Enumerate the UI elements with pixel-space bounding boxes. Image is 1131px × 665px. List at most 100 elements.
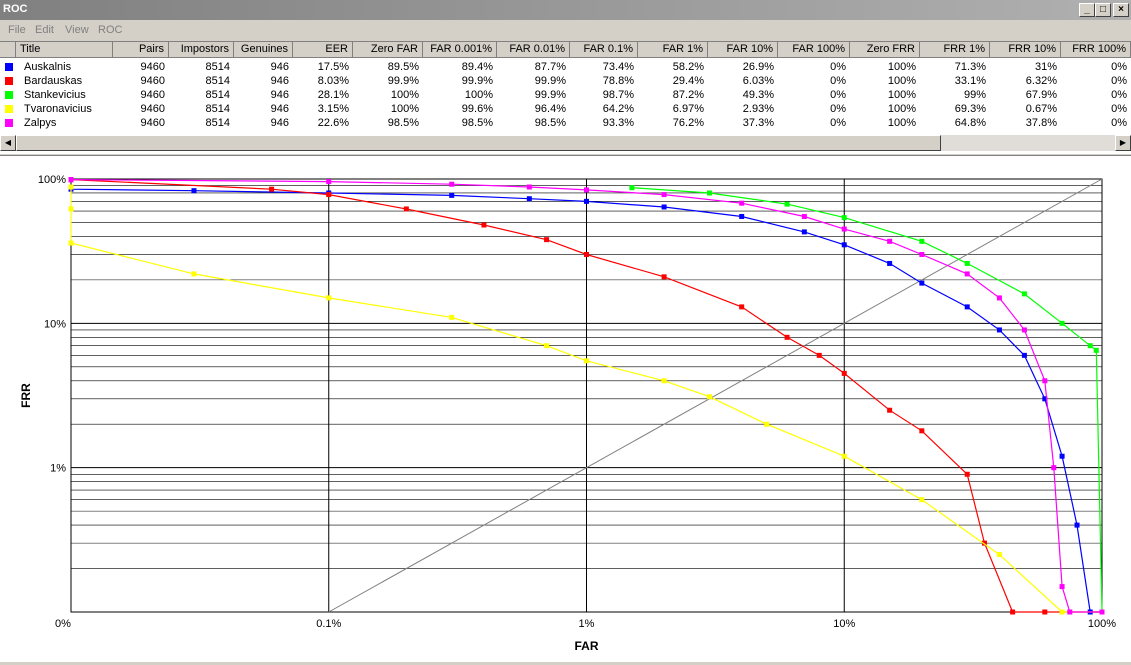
horizontal-scrollbar[interactable]: ◀ ▶: [0, 135, 1131, 151]
column-header-title[interactable]: Title: [16, 42, 113, 58]
column-header-far-0-01-[interactable]: FAR 0.01%: [497, 42, 570, 58]
data-point: [326, 295, 332, 301]
table-cell: 99.6%: [461, 103, 493, 115]
data-point: [584, 198, 589, 204]
data-point: [996, 552, 1002, 558]
maximize-button[interactable]: □: [1095, 3, 1111, 17]
table-cell: 9460: [140, 103, 165, 115]
row-title[interactable]: Stankevicius: [20, 88, 113, 102]
column-header-pairs[interactable]: Pairs: [113, 42, 169, 58]
data-point: [1021, 291, 1027, 297]
series-color-swatch: [5, 91, 13, 99]
table-cell: 0%: [1111, 103, 1127, 115]
row-title[interactable]: Auskalnis: [20, 60, 113, 74]
roc-plot-area: 0% 0.1% 1% 10% 100% 100% 10% 1% FAR FRR: [0, 155, 1131, 662]
data-point: [191, 271, 197, 277]
table-cell: 99.9%: [534, 75, 566, 87]
roc-chart: 0% 0.1% 1% 10% 100% 100% 10% 1% FAR FRR: [19, 174, 1116, 653]
data-point: [68, 184, 74, 190]
table-cell: 71.3%: [954, 61, 986, 73]
table-cell: 0%: [830, 89, 846, 101]
x-tick-label: 100%: [1088, 618, 1116, 630]
table-cell: 946: [270, 75, 289, 87]
table-cell: 26.9%: [742, 61, 774, 73]
column-header-far-0-1-[interactable]: FAR 0.1%: [570, 42, 638, 58]
menu-bar: File Edit View ROC: [0, 20, 1131, 40]
table-cell: 58.2%: [672, 61, 704, 73]
table-cell: 98.5%: [387, 117, 419, 129]
table-cell: 49.3%: [742, 89, 774, 101]
data-point: [449, 181, 455, 187]
row-title[interactable]: Bardauskas: [20, 74, 113, 88]
scroll-thumb[interactable]: [16, 135, 941, 151]
column-header-zero-far[interactable]: Zero FAR: [353, 42, 423, 58]
menu-view[interactable]: View: [65, 24, 89, 36]
table-cell: 0%: [1111, 75, 1127, 87]
data-point: [964, 471, 970, 477]
data-point: [1042, 609, 1048, 615]
close-button[interactable]: ×: [1113, 3, 1129, 17]
scroll-left-button[interactable]: ◀: [0, 135, 16, 151]
data-point: [661, 378, 667, 384]
minimize-button[interactable]: _: [1079, 3, 1095, 17]
column-header-genuines[interactable]: Genuines: [234, 42, 293, 58]
data-point: [996, 295, 1002, 301]
table-cell: 89.5%: [387, 61, 419, 73]
table-cell: 98.5%: [461, 117, 493, 129]
table-cell: 99.9%: [534, 89, 566, 101]
table-cell: 69.3%: [954, 103, 986, 115]
table-cell: 100%: [887, 117, 916, 129]
table-cell: 67.9%: [1025, 89, 1057, 101]
data-point: [706, 190, 712, 196]
series-color-swatch: [5, 105, 13, 113]
data-point: [1059, 453, 1065, 459]
column-header-far-1-[interactable]: FAR 1%: [638, 42, 708, 58]
table-cell: 3.15%: [317, 103, 349, 115]
table-cell: 946: [270, 117, 289, 129]
menu-edit[interactable]: Edit: [35, 24, 54, 36]
table-cell: 29.4%: [672, 75, 704, 87]
column-header-far-100-[interactable]: FAR 100%: [778, 42, 850, 58]
data-point: [269, 186, 275, 192]
table-cell: 100%: [887, 75, 916, 87]
table-cell: 76.2%: [672, 117, 704, 129]
column-header-zero-frr[interactable]: Zero FRR: [850, 42, 920, 58]
data-point: [919, 251, 925, 257]
table-cell: 6.97%: [672, 103, 704, 115]
data-point: [661, 204, 667, 210]
table-cell: 89.4%: [461, 61, 493, 73]
column-header-frr-100-[interactable]: FRR 100%: [1061, 42, 1131, 58]
data-point: [887, 260, 893, 266]
table-cell: 946: [270, 61, 289, 73]
data-point: [326, 179, 332, 185]
data-point: [584, 187, 589, 193]
column-header-frr-1-[interactable]: FRR 1%: [920, 42, 990, 58]
data-point: [816, 352, 822, 358]
column-header-far-10-[interactable]: FAR 10%: [708, 42, 778, 58]
window-title: ROC: [3, 3, 28, 15]
data-point: [1093, 347, 1099, 353]
column-header-impostors[interactable]: Impostors: [169, 42, 234, 58]
row-title[interactable]: Tvaronavicius: [20, 102, 113, 116]
column-header-eer[interactable]: EER: [293, 42, 353, 58]
row-title[interactable]: Zalpys: [20, 116, 113, 130]
series-color-swatch: [5, 77, 13, 85]
data-point: [801, 229, 807, 235]
data-point: [919, 238, 925, 244]
x-tick-label: 10%: [833, 618, 855, 630]
data-point: [68, 206, 74, 212]
data-point: [1059, 584, 1065, 590]
table-cell: 0%: [1111, 117, 1127, 129]
data-point: [1087, 343, 1093, 349]
data-point: [661, 274, 667, 280]
scroll-right-button[interactable]: ▶: [1115, 135, 1131, 151]
column-header-far-0-001-[interactable]: FAR 0.001%: [423, 42, 497, 58]
series-color-swatch: [5, 119, 13, 127]
data-point: [481, 222, 487, 228]
table-cell: 31%: [1034, 61, 1057, 73]
menu-file[interactable]: File: [8, 24, 26, 36]
table-cell: 0.67%: [1025, 103, 1057, 115]
data-point: [1074, 522, 1080, 528]
menu-roc[interactable]: ROC: [98, 24, 122, 36]
column-header-frr-10-[interactable]: FRR 10%: [990, 42, 1061, 58]
